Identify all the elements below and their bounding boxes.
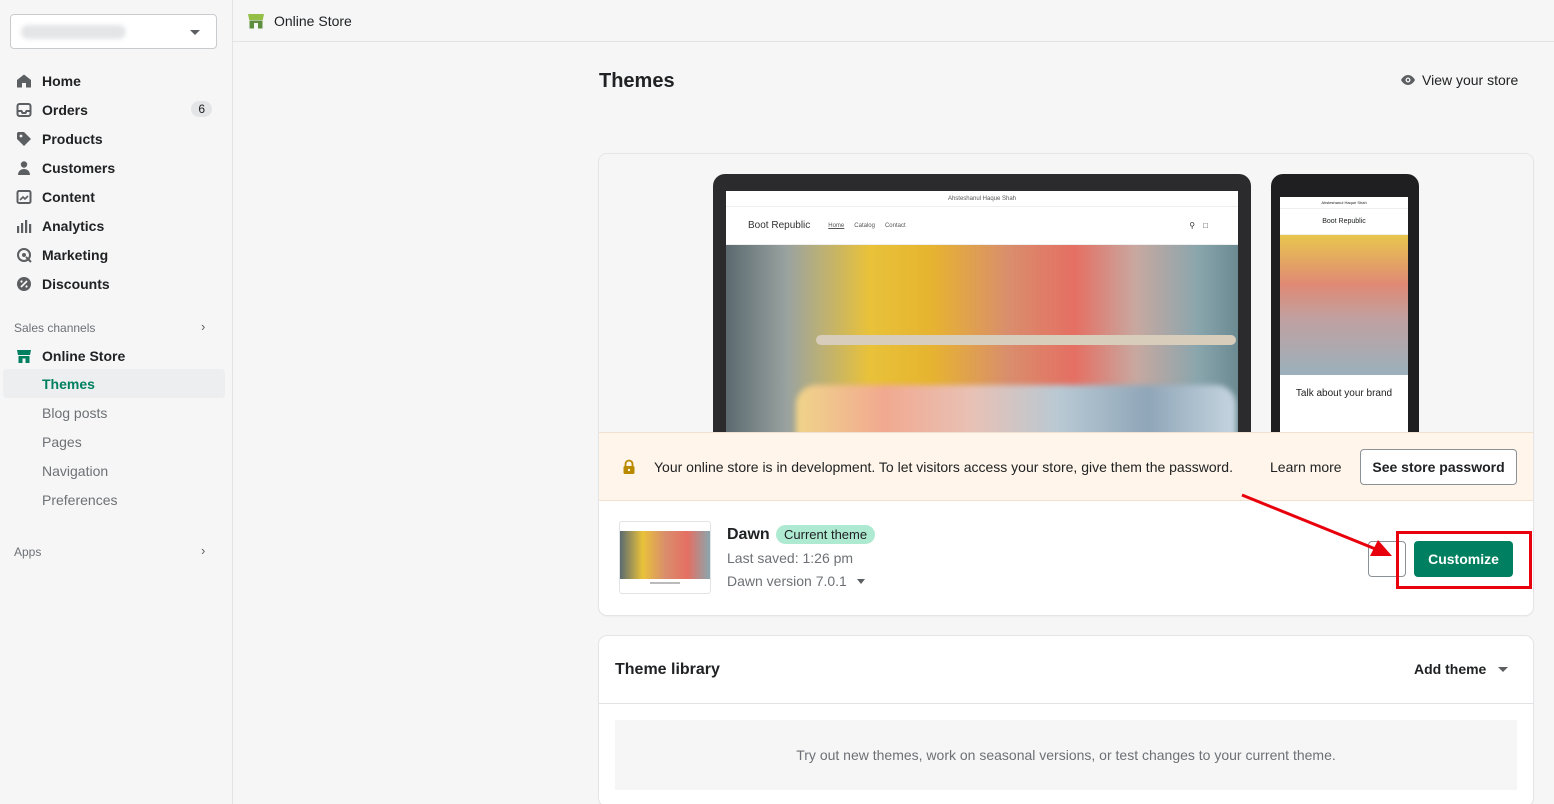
theme-preview: Ahsteshanul Haque Shah Boot Republic Hom…	[599, 154, 1533, 432]
topbar: Online Store	[233, 0, 1554, 42]
tag-icon	[16, 131, 32, 147]
nav-label: Customers	[42, 159, 116, 176]
eye-icon	[1401, 75, 1415, 85]
caret-down-icon	[1498, 666, 1509, 672]
add-theme-button[interactable]: Add theme	[1414, 661, 1509, 677]
theme-library-title: Theme library	[615, 661, 720, 678]
apps-label[interactable]: Apps	[14, 545, 41, 559]
phone-announcement: Ahsteshanul Haque Shah	[1280, 197, 1408, 209]
lock-icon	[623, 459, 635, 474]
orders-icon	[16, 102, 32, 118]
store-icon	[16, 348, 32, 364]
nav-label: Orders	[42, 101, 88, 118]
content-icon	[16, 189, 32, 205]
divider	[599, 703, 1533, 704]
nav-item-customers[interactable]: Customers	[0, 153, 233, 182]
nav-item-orders[interactable]: Orders 6	[0, 95, 233, 124]
topbar-title: Online Store	[274, 12, 352, 29]
preview-link-contact: Contact	[884, 222, 906, 229]
nav-label: Marketing	[42, 246, 109, 263]
preview-search-cart-icons: ⚲□	[1189, 221, 1216, 230]
nav-label: Products	[42, 130, 103, 147]
home-icon	[16, 73, 32, 89]
phone-screen: Ahsteshanul Haque Shah Boot Republic Tal…	[1280, 197, 1408, 432]
preview-brand: Boot Republic	[748, 220, 811, 231]
view-store-label: View your store	[1422, 72, 1519, 88]
clothes-rod	[816, 335, 1236, 345]
discount-icon	[16, 276, 32, 292]
online-store-subnav: Themes Blog posts Pages Navigation Prefe…	[0, 369, 233, 514]
view-store-link[interactable]: View your store	[1400, 72, 1518, 88]
thumbnail-text-line	[650, 582, 680, 584]
subnav-item-themes[interactable]: Themes	[3, 369, 225, 398]
nav-label: Content	[42, 188, 95, 205]
analytics-icon	[16, 218, 32, 234]
main-nav: Home Orders 6 Products Customers Content…	[0, 66, 233, 298]
online-store-icon	[247, 12, 265, 30]
current-theme-card: Ahsteshanul Haque Shah Boot Republic Hom…	[599, 154, 1533, 615]
development-message: Your online store is in development. To …	[654, 458, 1233, 475]
nav-item-home[interactable]: Home	[0, 66, 233, 95]
last-saved-text: Last saved: 1:26 pm	[727, 550, 854, 566]
clothes-image	[796, 385, 1236, 432]
theme-library-card: Theme library Add theme Try out new them…	[599, 636, 1533, 804]
preview-link-home: Home	[828, 222, 845, 229]
phone-preview: Ahsteshanul Haque Shah Boot Republic Tal…	[1271, 174, 1419, 432]
marketing-icon	[16, 247, 32, 263]
see-store-password-button[interactable]: See store password	[1360, 449, 1517, 485]
announcement-bar: Ahsteshanul Haque Shah	[726, 191, 1238, 207]
preview-header: Boot Republic Home Catalog Contact ⚲□	[726, 207, 1238, 245]
nav-item-analytics[interactable]: Analytics	[0, 211, 233, 240]
subnav-item-blog-posts[interactable]: Blog posts	[0, 398, 233, 427]
current-theme-row: Dawn Current theme Last saved: 1:26 pm D…	[599, 501, 1533, 615]
store-name-redacted	[21, 25, 126, 39]
sidebar: Home Orders 6 Products Customers Content…	[0, 0, 233, 804]
customize-highlight-box	[1396, 531, 1532, 589]
subnav-item-preferences[interactable]: Preferences	[0, 485, 233, 514]
nav-label: Online Store	[42, 347, 126, 364]
laptop-preview: Ahsteshanul Haque Shah Boot Republic Hom…	[713, 174, 1251, 432]
orders-count-badge: 6	[191, 101, 212, 117]
development-banner: Your online store is in development. To …	[599, 432, 1533, 501]
preview-link-catalog: Catalog	[854, 222, 875, 229]
nav-item-online-store[interactable]: Online Store	[0, 341, 233, 370]
phone-hero-image	[1280, 235, 1408, 375]
thumbnail-image	[620, 531, 710, 579]
subnav-item-pages[interactable]: Pages	[0, 427, 233, 456]
sales-channels-label: Sales channels	[14, 321, 96, 335]
phone-header: Boot Republic	[1280, 209, 1408, 235]
theme-thumbnail	[619, 521, 711, 594]
nav-item-content[interactable]: Content	[0, 182, 233, 211]
theme-version-text: Dawn version 7.0.1	[727, 573, 847, 589]
caret-down-icon	[856, 578, 865, 584]
chevron-right-icon[interactable]: ›	[201, 543, 205, 558]
current-theme-badge: Current theme	[776, 525, 876, 544]
learn-more-link[interactable]: Learn more	[1270, 459, 1342, 475]
caret-down-icon	[190, 30, 200, 35]
add-theme-label: Add theme	[1414, 661, 1487, 677]
laptop-screen: Ahsteshanul Haque Shah Boot Republic Hom…	[726, 191, 1238, 432]
phone-text: Talk about your brand	[1295, 388, 1393, 399]
nav-label: Analytics	[42, 217, 105, 234]
person-icon	[16, 160, 32, 176]
store-selector[interactable]	[10, 14, 217, 49]
nav-item-discounts[interactable]: Discounts	[0, 269, 233, 298]
nav-label: Home	[42, 72, 81, 89]
theme-library-empty-state: Try out new themes, work on seasonal ver…	[615, 720, 1517, 790]
page-title: Themes	[599, 70, 675, 92]
theme-version-toggle[interactable]: Dawn version 7.0.1	[727, 573, 865, 589]
chevron-right-icon[interactable]: ›	[201, 319, 205, 334]
theme-name: Dawn	[727, 526, 770, 543]
nav-item-marketing[interactable]: Marketing	[0, 240, 233, 269]
nav-item-products[interactable]: Products	[0, 124, 233, 153]
preview-hero-image	[726, 245, 1238, 432]
nav-label: Discounts	[42, 275, 110, 292]
subnav-item-navigation[interactable]: Navigation	[0, 456, 233, 485]
